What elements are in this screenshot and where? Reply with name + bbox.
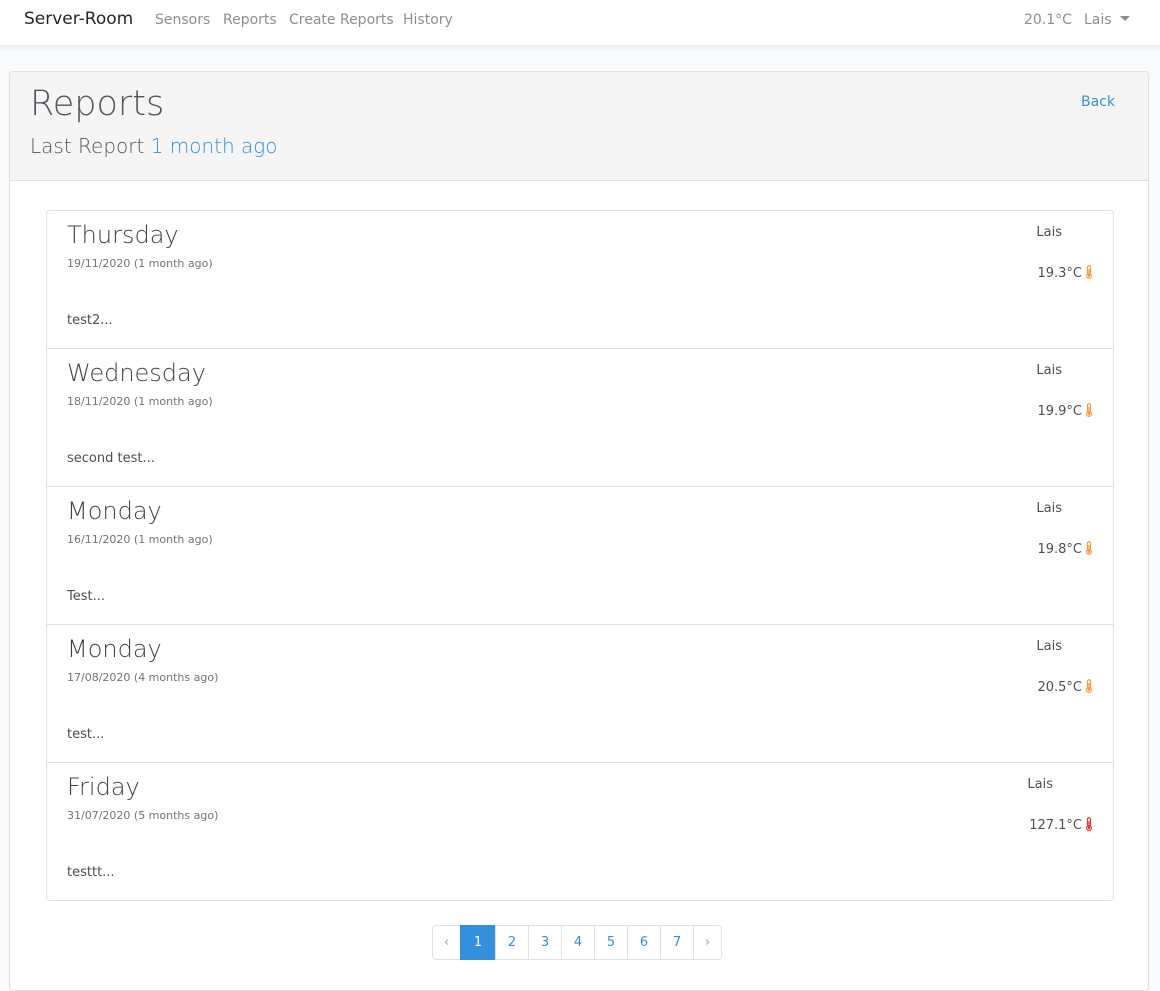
navbar: Server-Room Sensors Reports Create Repor… (0, 0, 1160, 46)
pagination-page-7[interactable]: 7 (660, 925, 694, 960)
reports-card: Reports Last Report 1 month ago Back Thu… (9, 71, 1149, 991)
pagination: ‹ 1 2 3 4 5 6 7 › (432, 925, 722, 960)
pagination-prev-button[interactable]: ‹ (432, 925, 461, 960)
report-author: Lais (1027, 777, 1053, 792)
report-temperature-value: 127.1°C (1029, 818, 1082, 833)
report-day: Wednesday (67, 359, 206, 387)
report-temperature-value: 19.3°C (1037, 266, 1082, 281)
report-temperature-value: 20.5°C (1037, 680, 1082, 695)
report-temperature: 19.3°C (1037, 265, 1093, 281)
last-report-link[interactable]: 1 month ago (151, 134, 278, 158)
report-item[interactable]: Monday 16/11/2020 (1 month ago) Test... Lai… (47, 487, 1113, 625)
report-excerpt: testtt... (67, 865, 115, 880)
nav-link-history[interactable]: History (403, 12, 453, 28)
report-date: 18/11/2020 (1 month ago) (67, 395, 213, 408)
report-date: 19/11/2020 (1 month ago) (67, 257, 213, 270)
report-date: 17/08/2020 (4 months ago) (67, 671, 219, 684)
current-temperature: 20.1°C (1024, 12, 1072, 28)
thermometer-icon (1085, 403, 1093, 418)
report-excerpt: Test... (67, 589, 105, 604)
thermometer-icon (1085, 265, 1093, 280)
report-temperature-value: 19.9°C (1037, 404, 1082, 419)
report-temperature: 20.5°C (1037, 679, 1093, 695)
caret-down-icon (1119, 15, 1130, 21)
pagination-page-5[interactable]: 5 (594, 925, 628, 960)
report-excerpt: test2... (67, 313, 113, 328)
report-temperature: 19.9°C (1037, 403, 1093, 419)
report-temperature: 127.1°C (1029, 817, 1093, 833)
pagination-page-2[interactable]: 2 (495, 925, 529, 960)
back-link[interactable]: Back (1081, 94, 1115, 110)
page-title: Reports (30, 84, 165, 124)
pagination-page-4[interactable]: 4 (561, 925, 595, 960)
thermometer-icon (1085, 541, 1093, 556)
pagination-page-6[interactable]: 6 (627, 925, 661, 960)
report-temperature-value: 19.8°C (1037, 542, 1082, 557)
report-author: Lais (1036, 501, 1062, 516)
report-temperature: 19.8°C (1037, 541, 1093, 557)
report-date: 16/11/2020 (1 month ago) (67, 533, 213, 546)
report-excerpt: second test... (67, 451, 155, 466)
report-author: Lais (1036, 225, 1062, 240)
report-day: Thursday (67, 221, 179, 249)
nav-link-create-reports[interactable]: Create Reports (289, 12, 394, 28)
report-author: Lais (1036, 639, 1062, 654)
card-header: Reports Last Report 1 month ago Back (10, 72, 1148, 181)
report-item[interactable]: Wednesday 18/11/2020 (1 month ago) second … (47, 349, 1113, 487)
thermometer-icon (1085, 817, 1093, 832)
report-item[interactable]: Monday 17/08/2020 (4 months ago) test... La… (47, 625, 1113, 763)
thermometer-icon (1085, 679, 1093, 694)
last-report-subtitle: Last Report 1 month ago (30, 134, 278, 158)
pagination-page-1[interactable]: 1 (460, 925, 496, 960)
report-item[interactable]: Thursday 19/11/2020 (1 month ago) test2...… (47, 211, 1113, 349)
user-dropdown[interactable]: Lais (1084, 12, 1130, 28)
report-day: Friday (67, 773, 140, 801)
nav-link-sensors[interactable]: Sensors (155, 12, 210, 28)
last-report-label: Last Report (30, 134, 145, 158)
pagination-page-3[interactable]: 3 (528, 925, 562, 960)
report-author: Lais (1036, 363, 1062, 378)
report-item[interactable]: Friday 31/07/2020 (5 months ago) testtt...… (47, 763, 1113, 901)
brand-link[interactable]: Server-Room (24, 9, 133, 29)
user-name: Lais (1084, 12, 1112, 28)
nav-link-reports[interactable]: Reports (223, 12, 277, 28)
report-date: 31/07/2020 (5 months ago) (67, 809, 219, 822)
report-day: Monday (67, 497, 162, 525)
report-day: Monday (67, 635, 162, 663)
report-excerpt: test... (67, 727, 105, 742)
report-list: Thursday 19/11/2020 (1 month ago) test2...… (46, 210, 1114, 901)
pagination-next-button[interactable]: › (693, 925, 722, 960)
